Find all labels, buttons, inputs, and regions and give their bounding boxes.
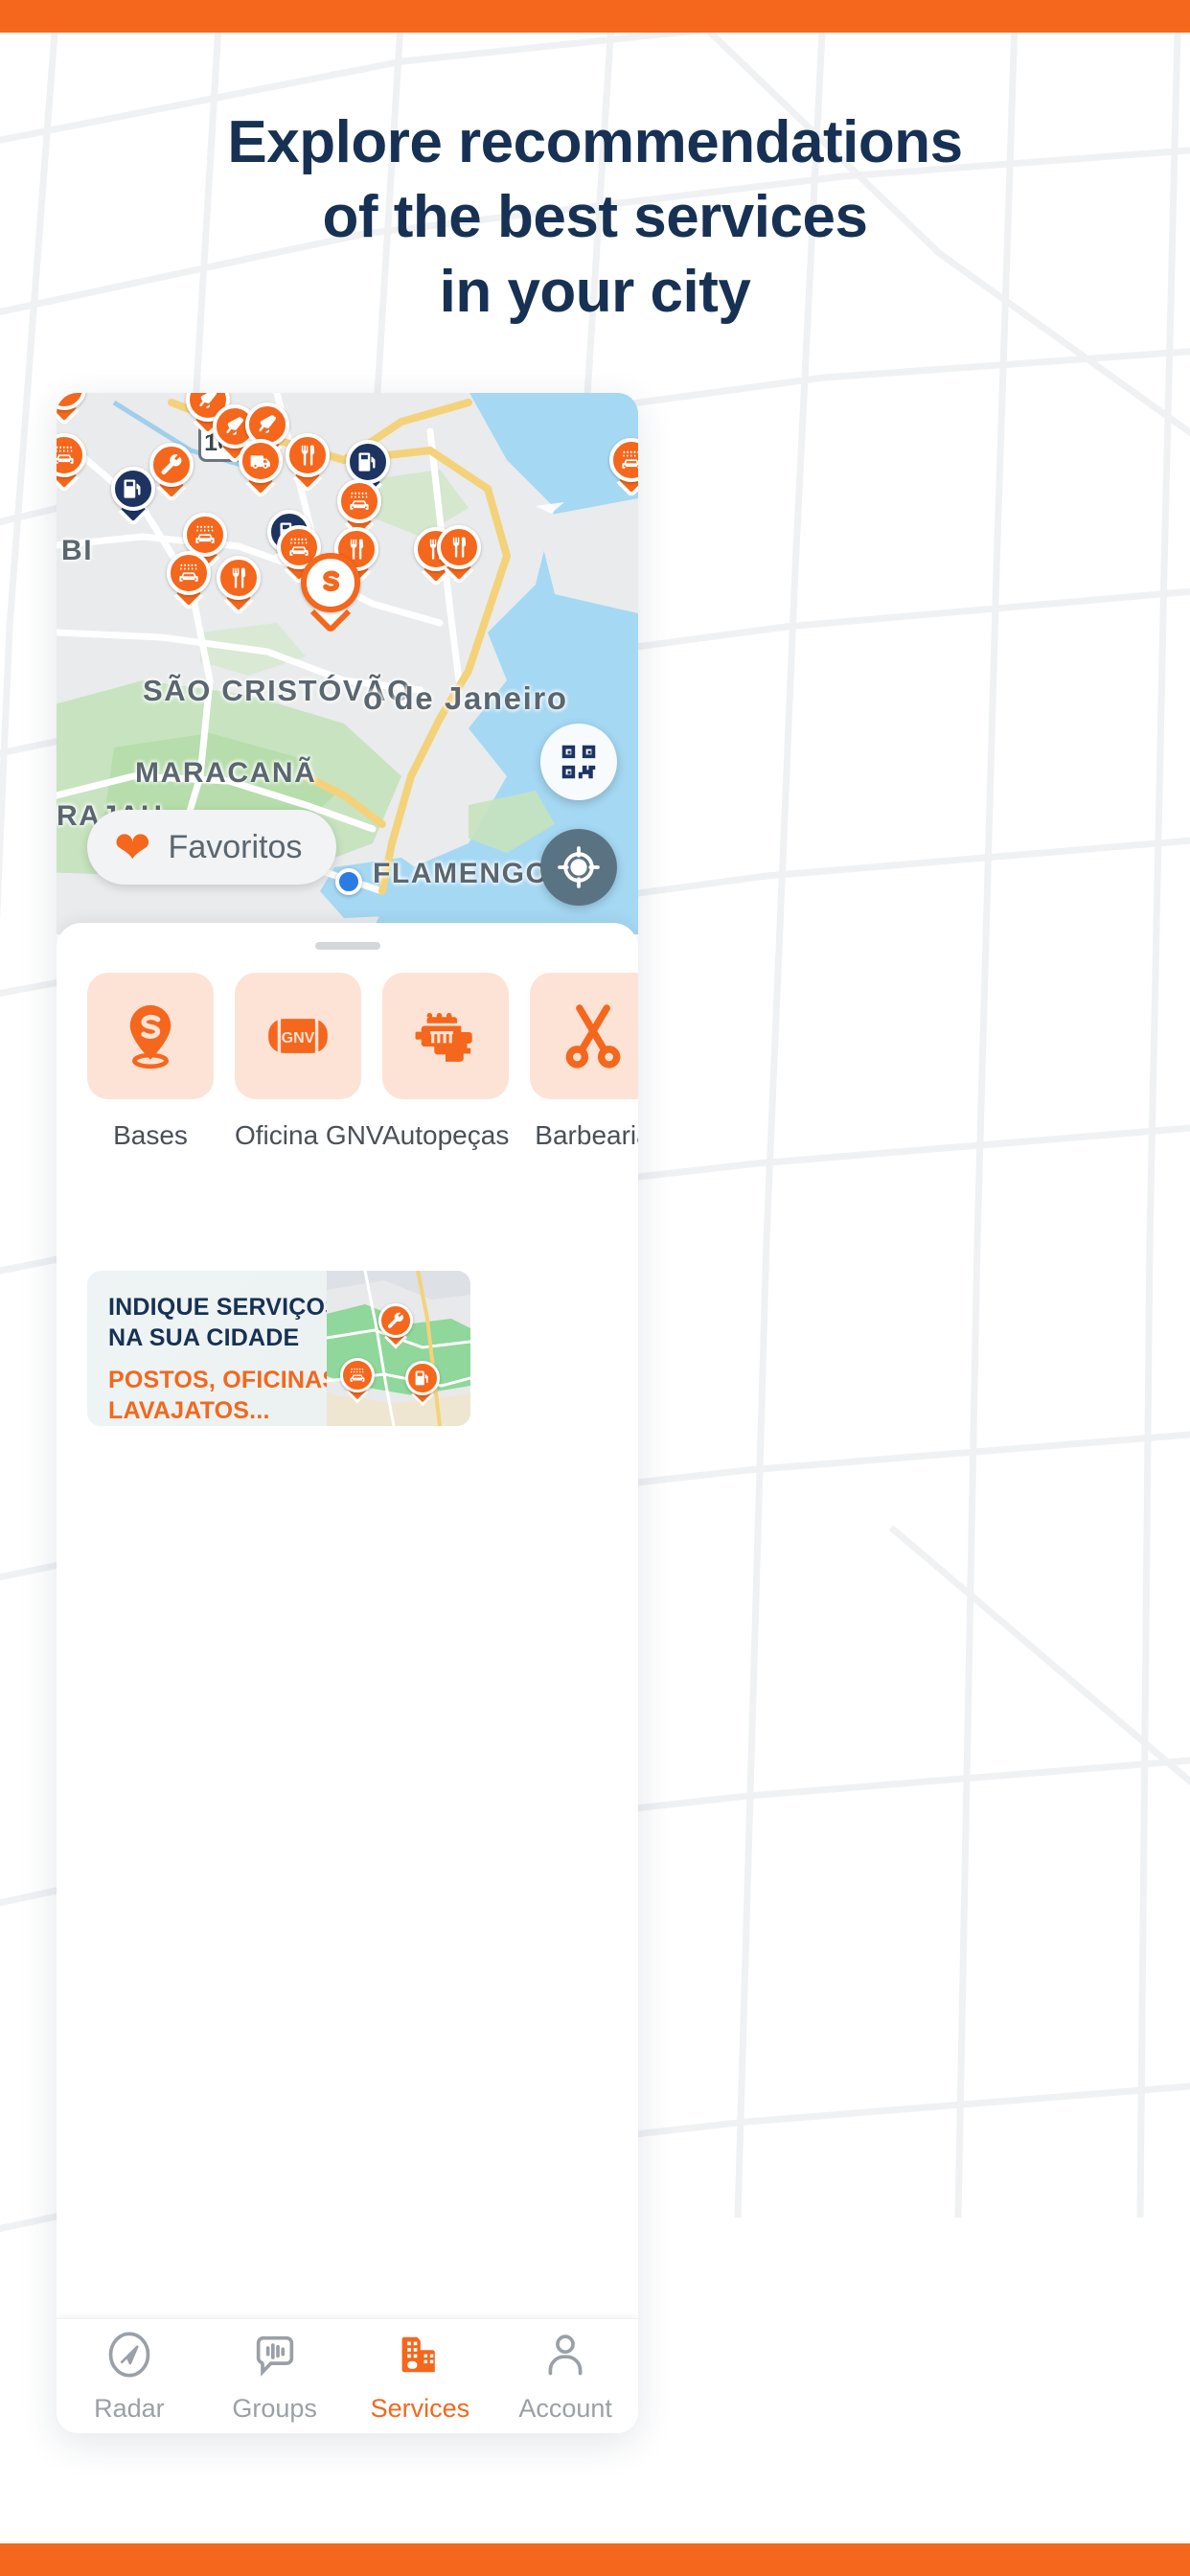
carwash-icon [337,479,381,523]
wrench-icon [378,1303,413,1338]
promo-line-1: INDIQUE SERVIÇOS [108,1294,342,1321]
gnv-tank-icon: GNV [235,973,361,1099]
promo-line-4: LAVAJATOS... [108,1397,270,1424]
user-location-dot [335,868,362,895]
carwash-icon [609,438,638,482]
wrench-icon [57,393,86,410]
top-brand-bar [0,0,1190,33]
base-pin-icon [87,973,214,1099]
map-pin[interactable] [609,438,638,498]
tab-radar[interactable]: Radar [57,2319,202,2433]
promo-text: INDIQUE SERVIÇOS NA SUA CIDADE POSTOS, O… [108,1292,345,1426]
fuel-icon [405,1361,440,1395]
qr-code-icon [561,745,596,779]
favorites-chip-label: Favoritos [168,828,303,865]
scissors-icon [530,973,638,1099]
svg-text:GNV: GNV [282,1029,315,1046]
service-category-label: Barbearia [535,1120,638,1150]
map-pin[interactable] [217,556,261,616]
tab-label: Groups [232,2393,317,2423]
fuel-icon [346,440,390,484]
heart-icon: ❤ [114,822,151,872]
service-category-autope-as[interactable]: Autopeças [382,973,509,1151]
wrench-icon [149,443,194,487]
cutlery-icon [286,433,330,477]
promo-mini-pin [340,1358,375,1404]
app-screenshot-card: 101 BISÃO CRISTÓVÃOo de JaneiroMARACANÃR… [57,393,638,2433]
map-pin[interactable] [149,443,194,503]
tab-label: Radar [94,2393,165,2423]
carwash-icon [167,551,211,595]
service-category-barbearia[interactable]: Barbearia [530,973,638,1151]
map-pin[interactable] [301,553,360,634]
person-icon [540,2330,590,2384]
tab-groups[interactable]: Groups [202,2319,348,2433]
promo-mini-pin [405,1361,440,1407]
map-pin[interactable] [57,433,86,494]
map-pin[interactable] [167,551,211,611]
promo-mini-map [327,1271,470,1426]
tab-account[interactable]: Account [492,2319,638,2433]
radar-navigate-icon [104,2330,154,2384]
sheet-grabber-handle[interactable] [314,942,380,950]
promo-line-3: POSTOS, OFICINAS, [108,1367,346,1393]
tab-services[interactable]: Services [348,2319,493,2433]
map-pin[interactable] [111,467,155,527]
promo-line-2: NA SUA CIDADE [108,1324,300,1351]
promo-mini-pin [378,1303,413,1349]
headline-line-2: of the best services [322,184,868,250]
buildings-icon [395,2330,445,2384]
map-view[interactable]: 101 BISÃO CRISTÓVÃOo de JaneiroMARACANÃR… [57,393,638,934]
bottom-tab-bar[interactable]: Radar Groups Services Account [57,2318,638,2433]
service-category-row[interactable]: Bases GNV Oficina GNVAutopeças Barbearia [57,973,638,1151]
bottom-brand-bar [0,2543,1190,2576]
cutlery-icon [217,556,261,600]
fuel-icon [111,467,155,511]
tab-label: Account [518,2393,612,2423]
cutlery-icon [437,525,481,569]
chat-bubble-icon [250,2330,300,2384]
carwash-icon [57,433,86,477]
tab-label: Services [370,2393,470,2423]
qr-scan-button[interactable] [540,724,617,800]
recenter-location-button[interactable] [540,829,617,906]
service-category-label: Bases [113,1120,188,1150]
page-title: Explore recommendations of the best serv… [0,113,1190,337]
service-category-bases[interactable]: Bases [87,973,214,1151]
base-s-icon [301,553,360,612]
headline-line-3: in your city [439,259,751,325]
bottom-sheet: Bases GNV Oficina GNVAutopeças Barbearia IN… [57,923,638,2433]
headline-line-1: Explore recommendations [227,109,963,175]
service-category-label: Oficina GNV [235,1120,384,1150]
service-category-oficina-gnv[interactable]: GNV Oficina GNV [235,973,384,1151]
map-pin[interactable] [286,433,330,494]
service-category-label: Autopeças [382,1120,510,1150]
promo-mini-map-tiles [327,1271,470,1426]
crosshair-icon [558,846,600,888]
engine-icon [382,973,509,1099]
map-pin[interactable] [57,393,86,426]
map-pin[interactable] [437,525,481,586]
carwash-icon [340,1358,375,1392]
favorites-chip[interactable]: ❤ Favoritos [87,810,337,885]
truck-icon [239,439,283,483]
promo-banner[interactable]: INDIQUE SERVIÇOS NA SUA CIDADE POSTOS, O… [87,1271,470,1426]
map-pin[interactable] [239,439,283,499]
